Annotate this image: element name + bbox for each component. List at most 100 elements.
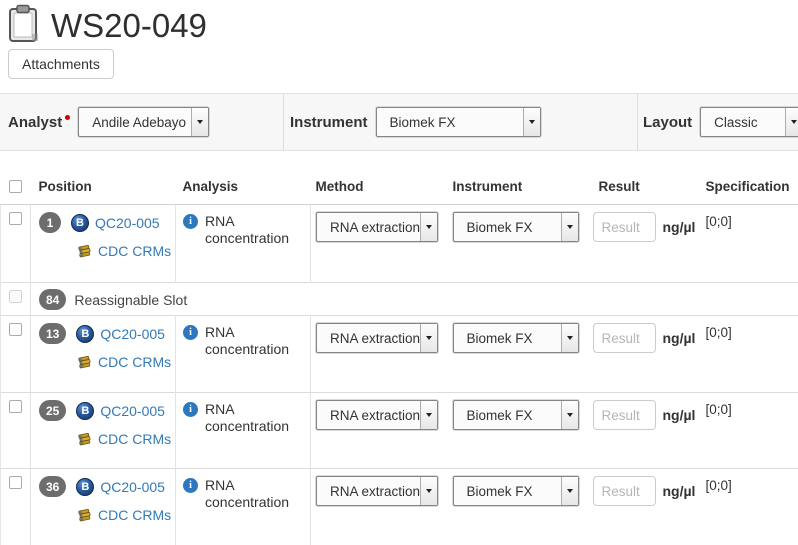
reference-samples-icon bbox=[76, 354, 92, 370]
analysis-name: RNA concentration bbox=[205, 213, 310, 247]
reference-samples-icon bbox=[76, 243, 92, 259]
result-input[interactable] bbox=[593, 212, 656, 242]
info-icon[interactable]: i bbox=[183, 325, 198, 340]
method-select-value: RNA extraction bbox=[317, 213, 420, 241]
layout-section: Layout Classic bbox=[637, 94, 798, 150]
method-select[interactable]: RNA extraction bbox=[316, 323, 438, 353]
result-unit: ng/µl bbox=[663, 407, 696, 423]
method-select-value: RNA extraction bbox=[317, 324, 420, 352]
row-instrument-select-value: Biomek FX bbox=[454, 477, 561, 505]
method-select-value: RNA extraction bbox=[317, 477, 420, 505]
reassignable-slot-label: Reassignable Slot bbox=[74, 292, 187, 308]
layout-label: Layout bbox=[643, 114, 692, 131]
specification-value: [0;0] bbox=[701, 469, 798, 545]
info-icon[interactable]: i bbox=[183, 214, 198, 229]
row-checkbox[interactable] bbox=[9, 323, 22, 336]
table-row: 13 B QC20-005 CDC CRMs bbox=[1, 316, 798, 393]
column-header-analysis: Analysis bbox=[176, 168, 311, 205]
worksheet-table: Position Analysis Method Instrument Resu… bbox=[0, 168, 798, 545]
row-instrument-select[interactable]: Biomek FX bbox=[453, 212, 579, 242]
blank-qc-icon: B bbox=[71, 214, 89, 232]
required-indicator bbox=[65, 115, 70, 120]
instrument-select-value: Biomek FX bbox=[377, 108, 523, 136]
analyst-select-value: Andile Adebayo bbox=[79, 108, 191, 136]
layout-select-value: Classic bbox=[701, 108, 785, 136]
table-row: 25 B QC20-005 CDC CRMs bbox=[1, 393, 798, 469]
worksheet-toolbar: Analyst Andile Adebayo Instrument Biomek… bbox=[0, 93, 798, 151]
analysis-name: RNA concentration bbox=[205, 324, 310, 358]
analysis-name: RNA concentration bbox=[205, 477, 310, 511]
result-unit: ng/µl bbox=[663, 330, 696, 346]
result-input[interactable] bbox=[593, 323, 656, 353]
specification-value: [0;0] bbox=[701, 205, 798, 283]
layout-select[interactable]: Classic bbox=[700, 107, 798, 137]
blank-qc-icon: B bbox=[76, 402, 94, 420]
column-header-specification: Specification bbox=[701, 168, 798, 205]
method-select[interactable]: RNA extraction bbox=[316, 212, 438, 242]
chevron-down-icon bbox=[561, 401, 578, 429]
reference-samples-icon bbox=[76, 431, 92, 447]
table-header-row: Position Analysis Method Instrument Resu… bbox=[1, 168, 798, 205]
instrument-label: Instrument bbox=[290, 114, 368, 131]
row-instrument-select[interactable]: Biomek FX bbox=[453, 323, 579, 353]
column-header-instrument: Instrument bbox=[448, 168, 588, 205]
sample-link[interactable]: QC20-005 bbox=[100, 326, 165, 342]
page-title: WS20-049 bbox=[51, 6, 207, 46]
info-icon[interactable]: i bbox=[183, 478, 198, 493]
result-unit: ng/µl bbox=[663, 483, 696, 499]
reassignable-slot-row: 84 Reassignable Slot bbox=[1, 283, 798, 316]
row-instrument-select[interactable]: Biomek FX bbox=[453, 400, 579, 430]
info-icon[interactable]: i bbox=[183, 402, 198, 417]
analyst-select[interactable]: Andile Adebayo bbox=[78, 107, 209, 137]
chevron-down-icon bbox=[420, 401, 437, 429]
position-badge: 1 bbox=[39, 212, 61, 233]
worksheet-clipboard-icon bbox=[8, 4, 39, 48]
method-select[interactable]: RNA extraction bbox=[316, 400, 438, 430]
reference-link[interactable]: CDC CRMs bbox=[98, 431, 171, 447]
result-unit: ng/µl bbox=[663, 219, 696, 235]
chevron-down-icon bbox=[561, 324, 578, 352]
reference-link[interactable]: CDC CRMs bbox=[98, 354, 171, 370]
worksheet-table-body: 1 B QC20-005 CDC CRMs bbox=[1, 205, 798, 545]
sample-link[interactable]: QC20-005 bbox=[100, 403, 165, 419]
sample-link[interactable]: QC20-005 bbox=[95, 215, 160, 231]
chevron-down-icon bbox=[420, 324, 437, 352]
method-select-value: RNA extraction bbox=[317, 401, 420, 429]
position-badge: 13 bbox=[39, 323, 66, 344]
result-input[interactable] bbox=[593, 476, 656, 506]
page-header: WS20-049 bbox=[0, 0, 798, 46]
position-badge: 25 bbox=[39, 400, 66, 421]
column-header-position: Position bbox=[31, 168, 176, 205]
blank-qc-icon: B bbox=[76, 325, 94, 343]
row-instrument-select-value: Biomek FX bbox=[454, 324, 561, 352]
chevron-down-icon bbox=[785, 108, 798, 136]
column-header-method: Method bbox=[311, 168, 448, 205]
select-all-checkbox[interactable] bbox=[9, 180, 22, 193]
method-select[interactable]: RNA extraction bbox=[316, 476, 438, 506]
instrument-select[interactable]: Biomek FX bbox=[376, 107, 541, 137]
chevron-down-icon bbox=[191, 108, 208, 136]
position-badge: 36 bbox=[39, 476, 66, 497]
result-input[interactable] bbox=[593, 400, 656, 430]
row-checkbox[interactable] bbox=[9, 212, 22, 225]
chevron-down-icon bbox=[420, 213, 437, 241]
chevron-down-icon bbox=[561, 477, 578, 505]
reference-link[interactable]: CDC CRMs bbox=[98, 243, 171, 259]
row-instrument-select-value: Biomek FX bbox=[454, 213, 561, 241]
blank-qc-icon: B bbox=[76, 478, 94, 496]
chevron-down-icon bbox=[420, 477, 437, 505]
sample-link[interactable]: QC20-005 bbox=[100, 479, 165, 495]
row-instrument-select-value: Biomek FX bbox=[454, 401, 561, 429]
analysis-name: RNA concentration bbox=[205, 401, 310, 435]
attachments-button[interactable]: Attachments bbox=[8, 49, 114, 79]
reference-samples-icon bbox=[76, 507, 92, 523]
row-checkbox[interactable] bbox=[9, 400, 22, 413]
analyst-label: Analyst bbox=[8, 114, 62, 131]
analyst-section: Analyst Andile Adebayo bbox=[0, 94, 283, 150]
column-header-result: Result bbox=[588, 168, 701, 205]
specification-value: [0;0] bbox=[701, 316, 798, 393]
instrument-section: Instrument Biomek FX bbox=[283, 94, 637, 150]
row-checkbox[interactable] bbox=[9, 476, 22, 489]
reference-link[interactable]: CDC CRMs bbox=[98, 507, 171, 523]
row-instrument-select[interactable]: Biomek FX bbox=[453, 476, 579, 506]
